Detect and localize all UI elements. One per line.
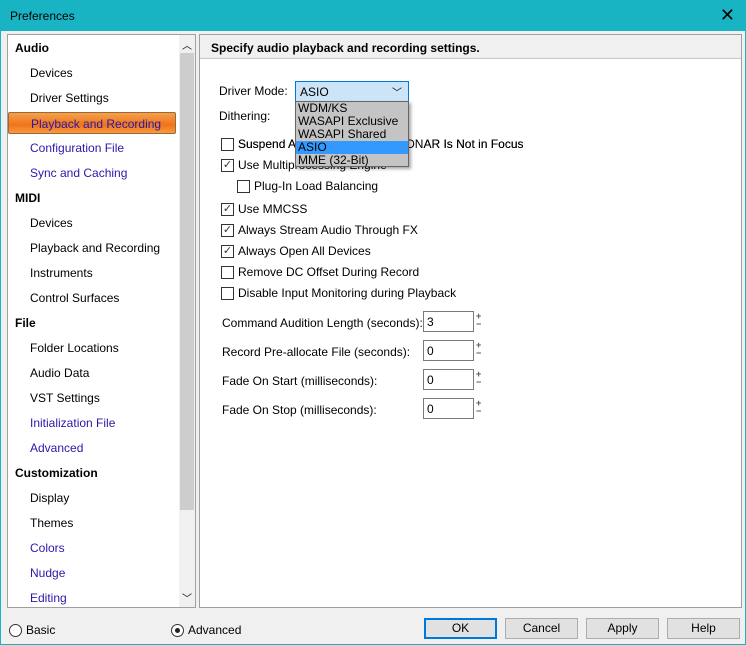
sidebar-section-file[interactable]: File (8, 312, 180, 334)
sidebar-item-playback-and-recording[interactable]: Playback and Recording (8, 237, 180, 259)
sidebar-item-initialization-file[interactable]: Initialization File (8, 412, 180, 434)
sidebar-section-midi[interactable]: MIDI (8, 187, 180, 209)
sidebar-item-display[interactable]: Display (8, 487, 180, 509)
sidebar-tree: Audio Devices Driver Settings Playback and … (7, 34, 196, 608)
record-pre-allocate-file-seconds-label: Record Pre-allocate File (seconds): (222, 345, 411, 359)
chevron-down-icon: ﹀ (392, 88, 402, 99)
advanced-radio[interactable]: Advanced (171, 623, 241, 637)
dithering-label: Dithering: (219, 109, 271, 123)
checkbox-plug-in-load-balancing[interactable]: Plug-In Load Balancing (237, 178, 378, 194)
checkbox-box (221, 286, 234, 300)
checkbox-box (221, 137, 234, 151)
sidebar-item-control-surfaces[interactable]: Control Surfaces (8, 287, 180, 309)
minus-icon[interactable]: − (476, 320, 484, 329)
fade-on-start-milliseconds-label: Fade On Start (milliseconds): (222, 374, 378, 388)
checkbox-label-suffix: AR Is Not in Focus (423, 137, 524, 151)
radio-circle (171, 623, 184, 637)
sidebar-item-configuration-file[interactable]: Configuration File (8, 137, 180, 159)
command-audition-length-seconds-input[interactable]: 3 (423, 311, 474, 332)
checkbox-box: ✓ (221, 244, 234, 258)
sidebar-scrollbar[interactable]: ︿ ﹀ (179, 35, 195, 607)
sidebar-item-editing[interactable]: Editing (8, 587, 180, 607)
sidebar-item-themes[interactable]: Themes (8, 512, 180, 534)
sidebar-item-advanced[interactable]: Advanced (8, 437, 180, 459)
settings-panel: Specify audio playback and recording set… (199, 34, 742, 608)
window-title: Preferences (10, 9, 75, 23)
checkbox-box (237, 179, 250, 193)
scroll-up-icon[interactable]: ︿ (182, 37, 192, 52)
sidebar-section-audio[interactable]: Audio (8, 37, 180, 59)
close-icon[interactable]: ✕ (720, 5, 735, 26)
basic-radio[interactable]: Basic (9, 623, 55, 637)
checkbox-label: Disable Input Monitoring during Playback (238, 286, 457, 300)
checkbox-label-prefix: Suspend Au (238, 137, 303, 151)
record-pre-allocate-file-seconds-input[interactable]: 0 (423, 340, 474, 361)
checkbox-box: ✓ (221, 202, 234, 216)
sidebar-item-nudge[interactable]: Nudge (8, 562, 180, 584)
basic-label: Basic (26, 623, 56, 637)
sidebar-section-customization[interactable]: Customization (8, 462, 180, 484)
command-audition-length-seconds-label: Command Audition Length (seconds): (222, 316, 423, 330)
checkbox-box: ✓ (221, 158, 234, 172)
checkbox-label: Always Stream Audio Through FX (238, 223, 418, 237)
minus-icon[interactable]: − (476, 378, 484, 387)
driver-mode-select[interactable]: ASIO ﹀ (295, 81, 409, 102)
sidebar-item-audio-data[interactable]: Audio Data (8, 362, 180, 384)
checkbox-remove-dc-offset-during-record[interactable]: Remove DC Offset During Record (221, 264, 419, 280)
option-mme[interactable]: MME (32-Bit) (296, 154, 408, 167)
sidebar-item-folder-locations[interactable]: Folder Locations (8, 337, 180, 359)
panel-header: Specify audio playback and recording set… (200, 35, 741, 59)
cancel-button[interactable]: Cancel (505, 618, 578, 639)
checkbox-box (221, 265, 234, 279)
checkbox-label: Always Open All Devices (238, 244, 371, 258)
preferences-window: Preferences ✕ Audio Devices Driver Setting… (0, 0, 746, 645)
radio-circle (9, 623, 22, 637)
fade-on-stop-milliseconds-input[interactable]: 0 (423, 398, 474, 419)
sidebar-item-sync-and-caching[interactable]: Sync and Caching (8, 162, 180, 184)
sidebar-item-driver-settings[interactable]: Driver Settings (8, 87, 180, 109)
checkbox-always-open-all-devices[interactable]: ✓ Always Open All Devices (221, 243, 371, 259)
checkbox-label: Plug-In Load Balancing (254, 179, 379, 193)
checkbox-label: Use MMCSS (238, 202, 308, 216)
minus-icon[interactable]: − (476, 407, 484, 416)
sidebar-item-devices[interactable]: Devices (8, 62, 180, 84)
checkbox-disable-input-monitoring-during-playback[interactable]: Disable Input Monitoring during Playback (221, 285, 456, 301)
sidebar-item-playback-and-recording[interactable]: Playback and Recording (8, 112, 176, 134)
driver-mode-value: ASIO (300, 85, 329, 99)
fade-on-start-milliseconds-spinner[interactable]: + − (476, 370, 484, 388)
checkbox-use-mmcss[interactable]: ✓ Use MMCSS (221, 201, 307, 217)
fade-on-stop-milliseconds-spinner[interactable]: + − (476, 399, 484, 417)
help-button[interactable]: Help (667, 618, 740, 639)
fade-on-start-milliseconds-input[interactable]: 0 (423, 369, 474, 390)
record-pre-allocate-file-seconds-spinner[interactable]: + − (476, 341, 484, 359)
sidebar-item-colors[interactable]: Colors (8, 537, 180, 559)
ok-button[interactable]: OK (424, 618, 497, 639)
checkbox-label: Remove DC Offset During Record (238, 265, 420, 279)
minus-icon[interactable]: − (476, 349, 484, 358)
driver-mode-dropdown: WDM/KS WASAPI Exclusive WASAPI Shared AS… (295, 101, 409, 167)
driver-mode-label: Driver Mode: (219, 84, 288, 98)
title-bar: Preferences ✕ (1, 1, 745, 31)
checkbox-always-stream-audio-through-fx[interactable]: ✓ Always Stream Audio Through FX (221, 222, 418, 238)
advanced-label: Advanced (188, 623, 242, 637)
fade-on-stop-milliseconds-label: Fade On Stop (milliseconds): (222, 403, 377, 417)
scroll-down-icon[interactable]: ﹀ (182, 590, 192, 605)
scrollbar-thumb[interactable] (180, 53, 194, 510)
command-audition-length-seconds-spinner[interactable]: + − (476, 312, 484, 330)
sidebar-item-devices[interactable]: Devices (8, 212, 180, 234)
sidebar-item-vst-settings[interactable]: VST Settings (8, 387, 180, 409)
checkbox-box: ✓ (221, 223, 234, 237)
sidebar-item-instruments[interactable]: Instruments (8, 262, 180, 284)
apply-button[interactable]: Apply (586, 618, 659, 639)
